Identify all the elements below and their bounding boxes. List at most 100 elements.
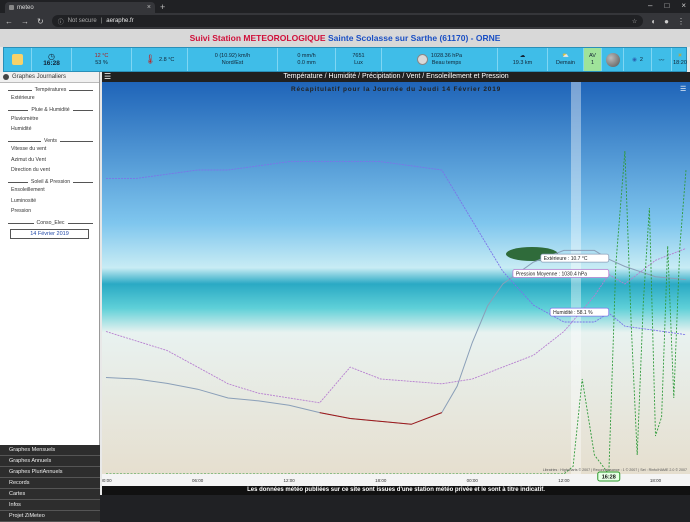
- sidebar-item-azimut-vent[interactable]: Azimut du Vent: [8, 155, 93, 165]
- address-bar: ← → ↻ ⓘ Not secure | aeraphe.fr ☆ ◐ ● ⋮: [0, 13, 690, 29]
- sidebar-item-exterieure[interactable]: Extérieure: [8, 93, 93, 103]
- hamburger-icon[interactable]: ☰: [104, 72, 111, 82]
- current-time: 16:28: [43, 59, 60, 67]
- cloud-icon: ☁: [519, 52, 526, 59]
- chart-background: [102, 82, 690, 486]
- main-title: Température / Humidité / Précipitation /…: [283, 73, 509, 80]
- wind-direction: Nord/Est: [221, 59, 244, 66]
- sidebar-item-pression[interactable]: Pression: [8, 206, 93, 216]
- thermometer-icon: 🌡︎: [144, 54, 157, 64]
- sidebar-item-vitesse-vent[interactable]: Vitesse du vent: [8, 144, 93, 154]
- browser-tab[interactable]: meteo ×: [5, 2, 155, 13]
- tooltip-3: Humidité : 58.1 %: [549, 307, 610, 317]
- menu-graphes-annuels[interactable]: Graphes Annuels: [0, 456, 100, 467]
- pressure-cell: 1028.36 hPa Beau temps: [382, 48, 498, 71]
- uv-label: AV: [589, 52, 596, 59]
- cursor-time-badge: 16:28: [597, 471, 621, 482]
- menu-icon[interactable]: ☰: [680, 86, 686, 93]
- clock-cell: ◷ 16:28: [32, 48, 72, 71]
- sidebar-section-soleil: Soleil & Pression Ensoleillement Luminos…: [8, 179, 93, 216]
- tomorrow-cell[interactable]: ⛅ Demain: [548, 48, 584, 71]
- station-title-location: Sainte Scolasse sur Sarthe (61170) - ORN…: [327, 33, 501, 43]
- x-tick-label: 18:00: [375, 478, 387, 483]
- uv-cell: AV 1: [584, 48, 602, 71]
- section-title: Conso_Elec: [8, 220, 93, 226]
- chart-area: Récapitulatif pour la Journée du Jeudi 1…: [102, 82, 690, 486]
- menu-records[interactable]: Records: [0, 478, 100, 489]
- x-tick-label: 00:00: [102, 478, 112, 483]
- clock-icon: ◷: [48, 51, 55, 61]
- sun-cloud-icon: ⛅: [562, 52, 569, 59]
- x-tick-label: 00:00: [467, 478, 479, 483]
- date-picker-button[interactable]: 14 Février 2019: [10, 229, 89, 240]
- menu-icon[interactable]: ⋮: [677, 17, 685, 26]
- menu-graphes-pluriannuels[interactable]: Graphes PluriAnnuels: [0, 467, 100, 478]
- dewpoint-cell: 🌡︎ 2.8 °C: [132, 48, 188, 71]
- rain-rate: 0 mm/h: [297, 52, 316, 59]
- rain-total: 0.0 mm: [297, 59, 316, 66]
- menu-graphes-mensuels[interactable]: Graphes Mensuels: [0, 445, 100, 456]
- chart-subtitle: Récapitulatif pour la Journée du Jeudi 1…: [291, 86, 501, 93]
- tooltip-1: Extérieure : 10.7 °C: [540, 253, 610, 263]
- browser-tab-bar: meteo × + – □ ×: [0, 0, 690, 13]
- sidebar-item-direction-vent[interactable]: Direction du vent: [8, 165, 93, 175]
- profile-icon[interactable]: ●: [664, 17, 669, 26]
- forward-icon[interactable]: →: [21, 17, 29, 26]
- station-title: Suivi Station METEOROLOGIQUE Sainte Scol…: [0, 29, 690, 47]
- sidebar-item-pluviometre[interactable]: Pluviomètre: [8, 113, 93, 123]
- lux-value: 7651: [352, 52, 365, 59]
- wave-cell: 〰: [652, 48, 672, 71]
- cloud-value: 19.3 km: [512, 59, 533, 66]
- sidebar-section-pluie: Pluie & Humidité Pluviomètre Humidité: [8, 107, 93, 134]
- menu-projet[interactable]: Projet ZiMeteo: [0, 511, 100, 522]
- url-field[interactable]: ⓘ Not secure | aeraphe.fr ☆: [51, 15, 644, 27]
- tomorrow-label: Demain: [556, 59, 575, 66]
- moon-icon: [605, 52, 620, 67]
- x-tick-label: 12:00: [558, 478, 570, 483]
- tab-close-icon[interactable]: ×: [147, 4, 151, 11]
- menu-infos[interactable]: Infos: [0, 500, 100, 511]
- sidebar-item-humidite[interactable]: Humidité: [8, 124, 93, 134]
- x-tick-label: 18:00: [650, 478, 662, 483]
- home-cell[interactable]: [4, 48, 32, 71]
- sidebar: Graphes Journaliers Températures Extérie…: [0, 72, 100, 522]
- wave-icon: 〰: [658, 57, 665, 64]
- sidebar-header[interactable]: Graphes Journaliers: [0, 72, 99, 83]
- sidebar-header-label: Graphes Journaliers: [12, 74, 67, 80]
- extension-icon[interactable]: ◐: [651, 17, 656, 26]
- new-tab-button[interactable]: +: [160, 2, 165, 12]
- cloud-cell: ☁ 19.3 km: [498, 48, 548, 71]
- sidebar-item-luminosite[interactable]: Luminosité: [8, 196, 93, 206]
- weather-chart[interactable]: Récapitulatif pour la Journée du Jeudi 1…: [102, 82, 690, 486]
- window-controls: – □ ×: [648, 1, 686, 10]
- page: Suivi Station METEOROLOGIQUE Sainte Scol…: [0, 29, 690, 522]
- bookmark-star-icon[interactable]: ☆: [632, 18, 637, 25]
- close-window-button[interactable]: ×: [681, 1, 686, 10]
- tooltip-text: Humidité : 58.1 %: [553, 310, 593, 316]
- station-title-main: Suivi Station METEOROLOGIQUE: [189, 33, 326, 43]
- tooltip-text: Pression Moyenne : 1030.4 hPa: [516, 271, 587, 277]
- cursor-time-label: 16:28: [602, 475, 616, 481]
- uv-value: 1: [590, 59, 595, 66]
- sidebar-section-vents: Vents Vitesse du vent Azimut du Vent Dir…: [8, 138, 93, 175]
- maximize-button[interactable]: □: [664, 1, 669, 10]
- dewpoint-value: 2.8 °C: [159, 56, 175, 63]
- wind-cell: 0 (10.92) km/h Nord/Est: [188, 48, 278, 71]
- info-icon[interactable]: ⓘ: [58, 17, 64, 26]
- reload-icon[interactable]: ↻: [37, 17, 44, 26]
- barometer-icon: [416, 54, 428, 65]
- x-tick-label: 06:00: [192, 478, 204, 483]
- main-header: ☰ Température / Humidité / Précipitation…: [102, 72, 690, 82]
- sunset-cell: ☀ 18:20: [672, 48, 687, 71]
- bottom-menu: Graphes Mensuels Graphes Annuels Graphes…: [0, 445, 100, 522]
- pressure-value: 1028.36 hPa: [430, 52, 463, 59]
- minimize-button[interactable]: –: [648, 1, 652, 10]
- chart-credit: Librairies : Highcharts © 2007 | Reconna…: [543, 468, 687, 472]
- planet-icon: ◉: [632, 56, 637, 63]
- back-icon[interactable]: ←: [5, 17, 13, 26]
- sidebar-section-conso: Conso_Elec: [8, 220, 93, 226]
- rain-cell: 0 mm/h 0.0 mm: [278, 48, 336, 71]
- cursor-band: [571, 82, 581, 478]
- sidebar-item-ensoleillement[interactable]: Ensoleillement: [8, 185, 93, 195]
- tooltip-2: Pression Moyenne : 1030.4 hPa: [512, 269, 610, 278]
